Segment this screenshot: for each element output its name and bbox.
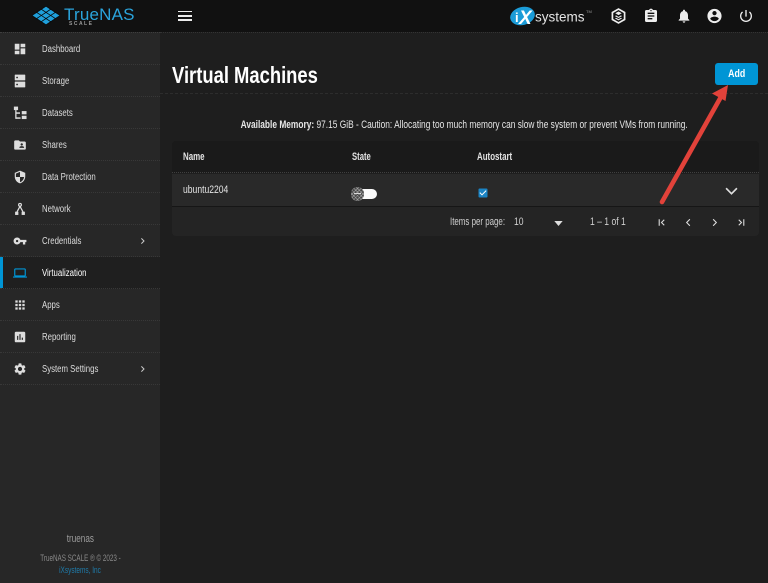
svg-text:TM: TM [586,9,592,14]
svg-text:systems: systems [535,10,585,25]
svg-text:X: X [518,8,533,29]
